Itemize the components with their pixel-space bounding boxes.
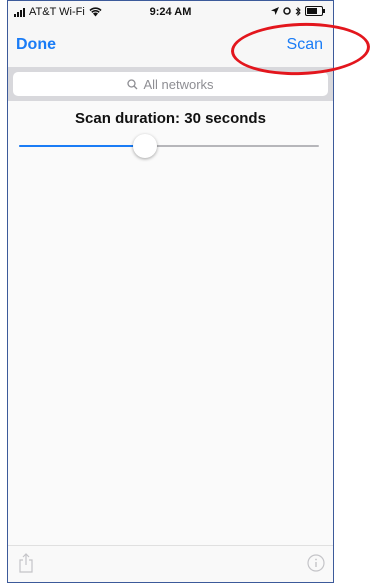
- done-button[interactable]: Done: [16, 36, 56, 54]
- status-bar: AT&T Wi-Fi 9:24 AM: [8, 1, 333, 23]
- share-icon[interactable]: [18, 553, 34, 573]
- bluetooth-icon: [295, 6, 301, 16]
- search-placeholder: All networks: [143, 76, 214, 92]
- phone-screen: AT&T Wi-Fi 9:24 AM Done Scan All network…: [7, 0, 334, 583]
- bottom-toolbar: [8, 545, 333, 582]
- alarm-icon: [283, 7, 291, 15]
- battery-icon: [305, 6, 325, 16]
- search-icon: [127, 78, 138, 89]
- info-icon[interactable]: [307, 554, 325, 572]
- status-icons: [271, 6, 325, 16]
- slider-fill: [19, 145, 145, 147]
- location-icon: [271, 7, 279, 15]
- scan-duration-label: Scan duration: 30 seconds: [75, 110, 266, 127]
- search-input[interactable]: All networks: [13, 72, 328, 96]
- slider-thumb[interactable]: [133, 134, 157, 158]
- scan-duration-slider[interactable]: [19, 134, 319, 158]
